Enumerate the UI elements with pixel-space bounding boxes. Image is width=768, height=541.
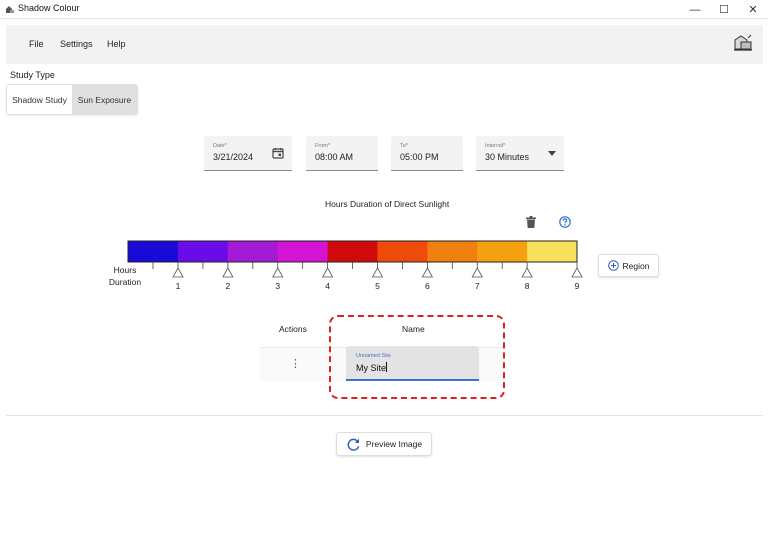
study-type-toggle-group: Shadow Study Sun Exposure (6, 84, 138, 115)
date-field-value: 3/21/2024 (213, 152, 254, 162)
legend-swatch (427, 241, 478, 262)
date-field-label: Date* (213, 143, 227, 149)
interval-select[interactable]: Interval* 30 Minutes (476, 136, 564, 171)
legend-tick-label: 1 (176, 281, 181, 291)
interval-field-value: 30 Minutes (485, 152, 530, 162)
minimize-button[interactable]: — (680, 0, 710, 19)
from-field-value: 08:00 AM (315, 152, 354, 162)
legend-swatch (327, 241, 378, 262)
building-icon[interactable] (732, 31, 754, 53)
sunlight-duration-legend: 1 2 3 4 5 6 7 8 9 (127, 240, 583, 291)
legend-tick-label: 5 (375, 281, 380, 291)
menu-settings[interactable]: Settings (60, 39, 93, 49)
legend-tick-label: 3 (275, 281, 280, 291)
hours-axis-label: Hours (113, 265, 137, 275)
legend-swatch (227, 241, 279, 262)
study-type-label: Study Type (10, 70, 55, 80)
to-field-label: To* (400, 143, 408, 149)
refresh-icon (347, 438, 360, 451)
menu-file[interactable]: File (29, 39, 44, 49)
legend-marker[interactable] (222, 267, 234, 278)
legend-tick-label: 8 (525, 281, 530, 291)
toggle-sun-exposure[interactable]: Sun Exposure (72, 85, 137, 114)
legend-marker[interactable] (321, 267, 334, 278)
legend-swatch (177, 241, 229, 262)
actions-column-header: Actions (279, 324, 307, 334)
kebab-menu-icon[interactable]: ⋮ (290, 358, 301, 370)
legend-swatch (377, 241, 428, 262)
legend-marker[interactable] (471, 267, 483, 278)
close-button[interactable]: ✕ (738, 0, 768, 19)
to-field-value: 05:00 PM (400, 152, 439, 162)
plus-circle-icon (607, 260, 619, 271)
title-bar: Shadow Colour — ☐ ✕ (0, 0, 768, 19)
legend-swatch (277, 241, 329, 262)
menu-help[interactable]: Help (107, 39, 126, 49)
legend-tick-label: 2 (226, 281, 231, 291)
from-field-label: From* (315, 143, 330, 149)
legend-marker[interactable] (371, 267, 384, 278)
trash-icon[interactable] (526, 216, 536, 228)
window-title: Shadow Colour (18, 3, 80, 13)
menu-bar: File Settings Help (6, 25, 763, 64)
legend-marker[interactable] (272, 267, 284, 278)
calendar-icon[interactable] (272, 147, 284, 159)
preview-image-button[interactable]: Preview Image (336, 432, 432, 456)
date-field[interactable]: Date* 3/21/2024 (204, 136, 292, 171)
from-time-field[interactable]: From* 08:00 AM (306, 136, 378, 171)
region-button-label: Region (622, 260, 650, 271)
legend-tick-label: 6 (425, 281, 430, 291)
add-region-button[interactable]: Region (598, 254, 659, 277)
maximize-button[interactable]: ☐ (709, 0, 739, 19)
legend-title: Hours Duration of Direct Sunlight (325, 199, 450, 209)
legend-marker[interactable] (172, 267, 184, 278)
to-time-field[interactable]: To* 05:00 PM (391, 136, 463, 171)
interval-field-label: Interval* (485, 143, 506, 149)
section-divider (6, 415, 763, 416)
legend-marker[interactable] (521, 267, 533, 278)
legend-tick-label: 9 (575, 281, 580, 291)
legend-tick-label: 7 (475, 281, 480, 291)
caret-down-icon[interactable] (548, 151, 556, 156)
legend-marker[interactable] (421, 267, 434, 278)
duration-axis-label: Duration (108, 277, 142, 287)
legend-marker[interactable] (571, 267, 583, 278)
app-icon (6, 6, 14, 13)
legend-swatch (527, 241, 578, 262)
legend-swatch (128, 241, 179, 262)
legend-swatch (477, 241, 528, 262)
preview-button-label: Preview Image (365, 439, 423, 449)
help-circle-icon[interactable] (559, 216, 571, 228)
toggle-shadow-study[interactable]: Shadow Study (7, 85, 72, 114)
annotation-highlight (329, 315, 505, 399)
legend-tick-label: 4 (325, 281, 330, 291)
